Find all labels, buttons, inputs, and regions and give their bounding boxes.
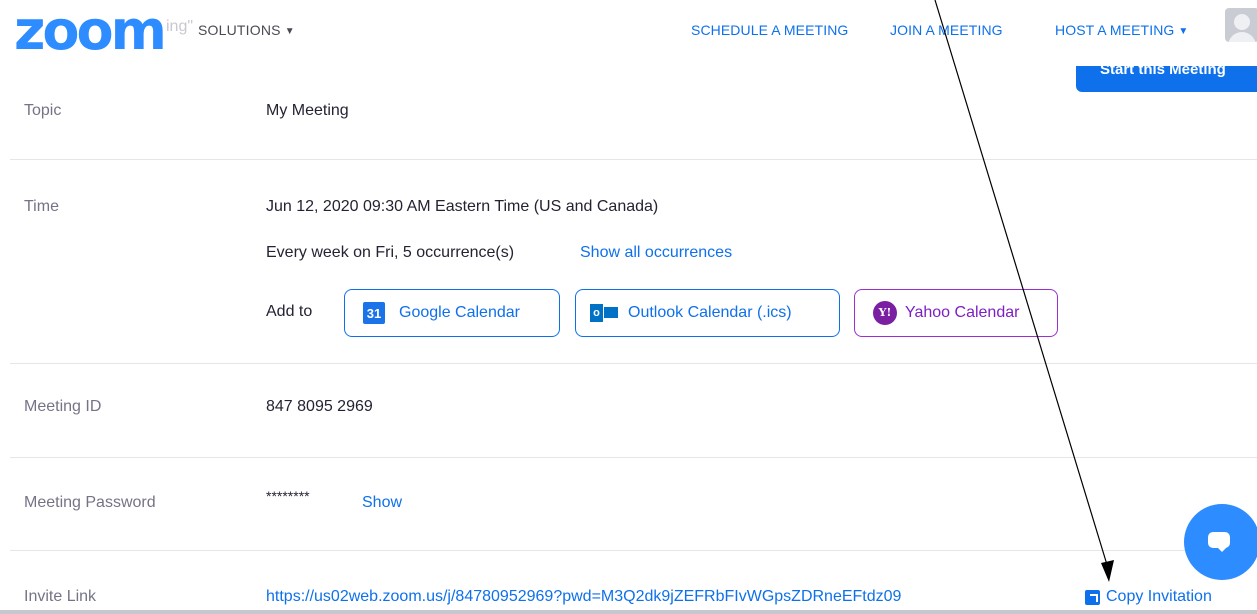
bottom-scrollbar-edge <box>0 610 1257 614</box>
copy-invitation-button[interactable]: Copy Invitation <box>1085 588 1212 606</box>
meeting-id-value: 847 8095 2969 <box>266 398 373 415</box>
recurrence-text: Every week on Fri, 5 occurrence(s) <box>266 244 515 261</box>
outlook-o-icon: o <box>590 304 603 322</box>
google-calendar-icon: 31 <box>363 302 385 324</box>
google-calendar-button[interactable]: 31 Google Calendar <box>344 289 560 337</box>
invite-link-url[interactable]: https://us02web.zoom.us/j/84780952969?pw… <box>266 588 901 606</box>
time-value: Jun 12, 2020 09:30 AM Eastern Time (US a… <box>266 198 659 215</box>
nav-host-meeting-menu[interactable]: HOST A MEETING ▼ <box>1055 22 1188 38</box>
nav-join-meeting[interactable]: JOIN A MEETING <box>890 22 1003 38</box>
password-label: Meeting Password <box>24 494 156 511</box>
arrow-head-icon <box>1101 560 1114 582</box>
password-value: ******** <box>266 488 310 504</box>
outlook-calendar-button[interactable]: o Outlook Calendar (.ics) <box>575 289 840 337</box>
share-icon <box>1085 589 1100 605</box>
yahoo-icon: Y! <box>873 301 897 325</box>
avatar[interactable] <box>1225 8 1257 42</box>
copy-invitation-label: Copy Invitation <box>1106 588 1212 605</box>
envelope-icon <box>604 307 618 318</box>
yahoo-calendar-button[interactable]: Y! Yahoo Calendar <box>854 289 1058 337</box>
chat-icon-tail <box>1216 546 1228 552</box>
nav-solutions-label: SOLUTIONS <box>198 22 281 38</box>
topic-label: Topic <box>24 102 62 119</box>
divider <box>10 550 1257 551</box>
meeting-id-label: Meeting ID <box>24 398 102 415</box>
nav-solutions-menu[interactable]: SOLUTIONS ▼ <box>198 22 299 38</box>
show-password-link[interactable]: Show <box>362 494 402 512</box>
outlook-icon: o <box>590 303 620 323</box>
add-to-label: Add to <box>266 303 313 320</box>
nav-schedule-meeting[interactable]: SCHEDULE A MEETING <box>691 22 848 38</box>
yahoo-calendar-label: Yahoo Calendar <box>905 304 1020 321</box>
zoom-logo[interactable]: zoom <box>14 2 167 60</box>
caret-down-icon: ▼ <box>1178 26 1189 37</box>
divider <box>10 159 1257 160</box>
google-calendar-label: Google Calendar <box>399 304 520 321</box>
outlook-calendar-label: Outlook Calendar (.ics) <box>628 304 792 321</box>
caret-down-icon: ▼ <box>284 26 295 37</box>
topic-value: My Meeting <box>266 102 349 119</box>
show-all-occurrences-link[interactable]: Show all occurrences <box>580 244 732 262</box>
nav-host-meeting-label: HOST A MEETING <box>1055 22 1175 38</box>
top-navigation: zoom ing" SOLUTIONS ▼ SCHEDULE A MEETING … <box>0 0 1257 64</box>
avatar-body-icon <box>1228 32 1256 42</box>
avatar-head-icon <box>1234 14 1250 30</box>
divider <box>10 457 1257 458</box>
time-label: Time <box>24 198 59 215</box>
invite-link-label: Invite Link <box>24 588 97 605</box>
faded-page-title: ing" <box>166 18 194 35</box>
chat-support-button[interactable] <box>1184 504 1257 580</box>
divider <box>10 363 1257 364</box>
